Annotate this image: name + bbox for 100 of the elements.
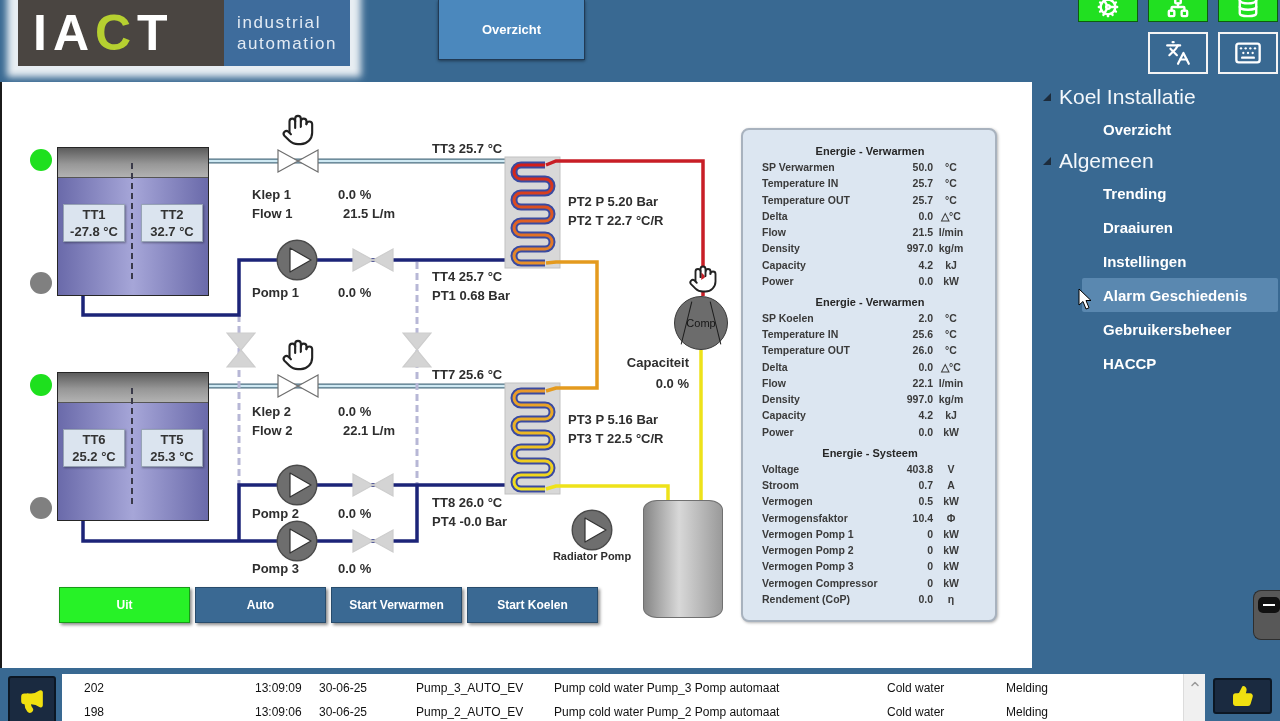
alarm-cell-text: 13:09:09	[255, 681, 303, 695]
logo-letters: T	[137, 8, 174, 58]
valve-icon[interactable]	[277, 374, 319, 398]
sensor-value: 25.2 °C	[72, 448, 116, 465]
metric-label: Flow	[762, 375, 787, 391]
temperature-reading: TT4 25.7 °C	[432, 269, 503, 285]
metric-value: 997.0	[906, 241, 933, 257]
metric-unit: kW	[942, 559, 960, 575]
metric-value: 25.7	[912, 176, 933, 192]
metric-unit: kW	[942, 494, 960, 510]
metric-value: 21.5	[912, 225, 933, 241]
metric-value: 403.8	[906, 461, 933, 477]
pump-icon[interactable]	[276, 239, 318, 281]
alarm-cell-text: Cold water	[887, 681, 946, 695]
database-button[interactable]	[1218, 0, 1278, 22]
capacity-label: Capaciteit	[625, 355, 689, 371]
pressure-reading: PT2 P 5.20 Bar	[568, 194, 659, 210]
metric-value: 0.0	[918, 359, 933, 375]
metric-unit: l/min	[937, 375, 965, 391]
metric-unit: △°C	[940, 359, 962, 375]
metric-value: 25.6	[912, 327, 933, 343]
metric-value: 0.0	[918, 424, 933, 440]
temperature-reading: TT8 26.0 °C	[432, 495, 503, 511]
valve-value: 0.0 %	[338, 187, 372, 203]
metric-label: Temperature OUT	[762, 192, 851, 208]
metric-label: Stroom	[762, 478, 800, 494]
network-button[interactable]	[1148, 0, 1208, 22]
overview-button[interactable]: Overzicht	[438, 0, 585, 60]
mode-button[interactable]: Start Koelen	[467, 587, 598, 623]
tree-item[interactable]: Trending	[1082, 176, 1278, 210]
metric-value: 0	[927, 575, 933, 591]
hand-icon[interactable]	[688, 264, 718, 294]
tree-group-header[interactable]: Koel Installatie	[1032, 82, 1280, 112]
sensor-value: -27.8 °C	[70, 223, 118, 240]
alarm-cell-text: 13:09:06	[255, 705, 303, 719]
sensor-name: TT6	[82, 431, 106, 448]
valve-label: Klep 1	[252, 187, 291, 203]
metric-value: 2.0	[918, 311, 933, 326]
metric-unit: kW	[942, 273, 960, 289]
pressure-reading: PT1 0.68 Bar	[432, 288, 511, 304]
logo-tagline: industrial	[237, 12, 323, 33]
sensor-name: TT2	[160, 206, 184, 223]
metric-label: Vermogen Compressor	[762, 575, 879, 591]
metric-unit: △°C	[940, 208, 962, 224]
metric-unit: °C	[944, 311, 958, 326]
temperature-reading: TT3 25.7 °C	[432, 141, 503, 157]
mode-button[interactable]: Start Verwarmen	[331, 587, 462, 623]
tree-item[interactable]: Draaiuren	[1082, 210, 1278, 244]
alarm-cell-text: Pump_3_AUTO_EV	[416, 681, 525, 695]
settings-button[interactable]	[1078, 0, 1138, 22]
alarm-cell-text: 30-06-25	[319, 705, 369, 719]
compressor-button[interactable]: Comp	[674, 296, 728, 350]
announcement-button[interactable]	[8, 676, 56, 721]
gear-icon	[1097, 0, 1119, 18]
alarm-cell-text: Pump cold water Pump_2 Pomp automaat	[554, 705, 781, 719]
logo-tagline: automation	[237, 33, 339, 54]
valve-value: 0.0 %	[338, 404, 372, 420]
metric-unit: Φ	[945, 510, 957, 526]
metric-label: Vermogen Pomp 2	[762, 543, 855, 559]
pump-value: 0.0 %	[338, 285, 372, 301]
flow-label: Flow 2	[252, 423, 293, 439]
metric-value: 0	[927, 543, 933, 559]
tree-item[interactable]: Alarm Geschiedenis	[1082, 278, 1278, 312]
mode-button[interactable]: Auto	[195, 587, 326, 623]
language-button[interactable]	[1148, 32, 1208, 74]
hand-icon[interactable]	[281, 338, 315, 372]
valve-label: Klep 2	[252, 404, 291, 420]
valve-icon[interactable]	[277, 149, 319, 173]
metric-label: Temperature IN	[762, 327, 840, 343]
section-title: Energie - Verwarmen	[814, 144, 926, 159]
tree-item[interactable]: HACCP	[1082, 346, 1278, 380]
tree-item[interactable]: Instellingen	[1082, 244, 1278, 278]
metric-unit: A	[946, 478, 956, 494]
tree-item[interactable]: Overzicht	[1082, 112, 1278, 146]
sensor-value: 32.7 °C	[150, 223, 194, 240]
side-tab[interactable]	[1253, 590, 1280, 640]
tree-group-header[interactable]: Algemeen	[1032, 146, 1280, 176]
metric-value: 0.0	[918, 208, 933, 224]
pump-label: Pomp 1	[252, 285, 299, 301]
logo-letters: C	[95, 8, 138, 58]
tree-item[interactable]: Gebruikersbeheer	[1082, 312, 1278, 346]
flow-label: Flow 1	[252, 206, 293, 222]
alarm-cell-text: 202	[84, 681, 106, 695]
keyboard-button[interactable]	[1218, 32, 1278, 74]
mouse-pointer-icon	[1078, 288, 1092, 310]
pump-icon[interactable]	[571, 509, 613, 551]
megaphone-icon	[19, 688, 45, 714]
pump-icon[interactable]	[276, 520, 318, 562]
metric-label: Temperature IN	[762, 176, 840, 192]
metric-value: 0.5	[918, 494, 933, 510]
metric-value: 997.0	[906, 392, 933, 408]
metric-unit: °C	[944, 343, 958, 359]
hand-icon[interactable]	[281, 113, 315, 147]
metric-label: Vermogen Pomp 1	[762, 526, 855, 542]
acknowledge-button[interactable]	[1213, 678, 1272, 714]
metric-label: Vermogen Pomp 3	[762, 559, 855, 575]
metric-unit: kW	[942, 543, 960, 559]
metric-unit: °C	[944, 327, 958, 343]
pump-icon[interactable]	[276, 464, 318, 506]
dash-icon	[1258, 597, 1280, 613]
